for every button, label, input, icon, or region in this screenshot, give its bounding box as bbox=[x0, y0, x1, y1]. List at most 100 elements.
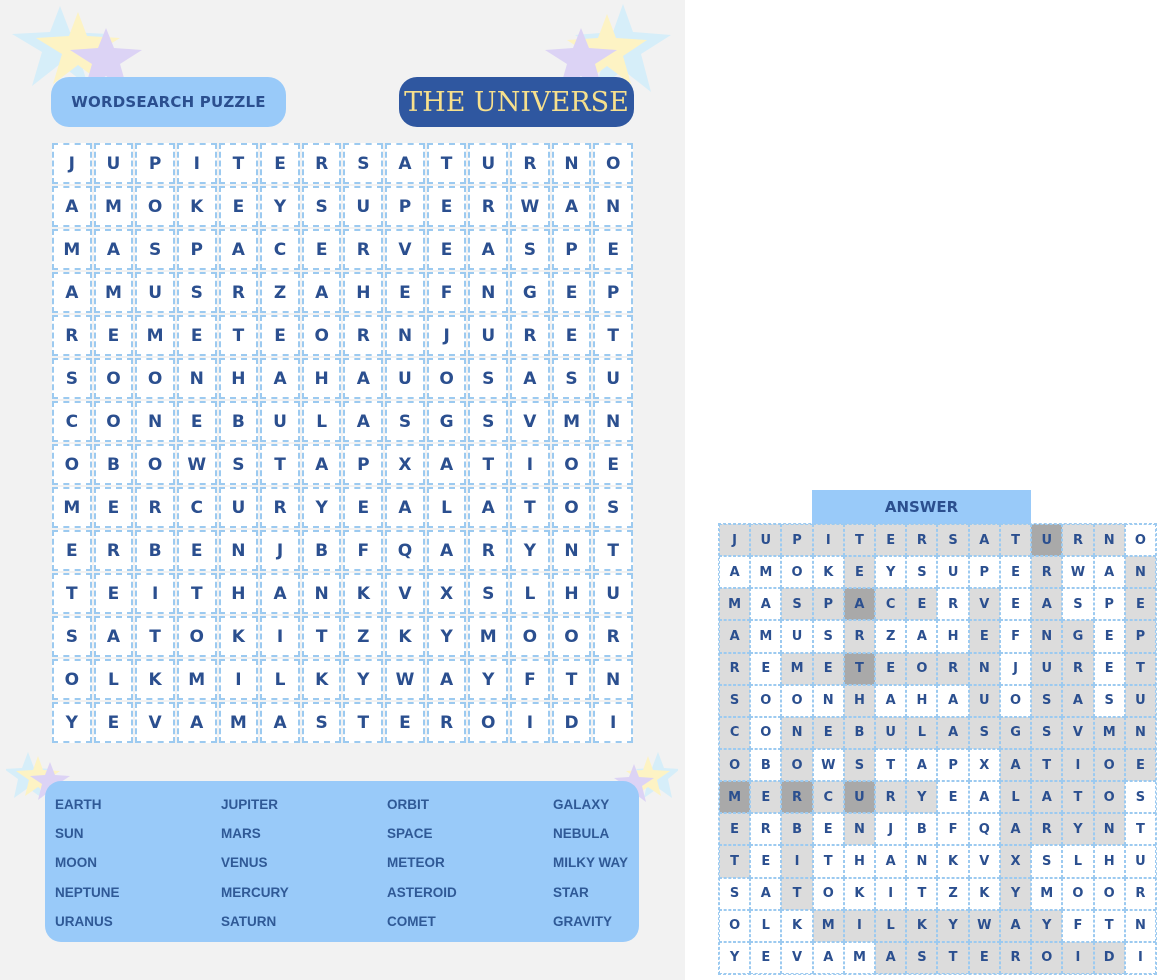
grid-cell[interactable]: M bbox=[551, 401, 592, 442]
grid-cell[interactable]: H bbox=[551, 573, 592, 614]
grid-cell[interactable]: R bbox=[218, 272, 259, 313]
grid-cell[interactable]: T bbox=[176, 573, 217, 614]
grid-cell[interactable]: N bbox=[593, 401, 633, 442]
grid-cell[interactable]: O bbox=[93, 358, 134, 399]
grid-cell[interactable]: E bbox=[551, 315, 592, 356]
grid-cell[interactable]: U bbox=[260, 401, 300, 442]
grid-cell[interactable]: I bbox=[218, 659, 259, 700]
grid-cell[interactable]: O bbox=[551, 444, 592, 485]
grid-cell[interactable]: T bbox=[218, 315, 259, 356]
grid-cell[interactable]: W bbox=[176, 444, 217, 485]
grid-cell[interactable]: E bbox=[593, 444, 633, 485]
grid-cell[interactable]: A bbox=[93, 229, 134, 270]
grid-cell[interactable]: R bbox=[93, 530, 134, 571]
grid-cell[interactable]: T bbox=[593, 530, 633, 571]
grid-cell[interactable]: A bbox=[301, 272, 342, 313]
grid-cell[interactable]: E bbox=[52, 530, 92, 571]
grid-cell[interactable]: Y bbox=[343, 659, 384, 700]
grid-cell[interactable]: E bbox=[176, 315, 217, 356]
grid-cell[interactable]: F bbox=[343, 530, 384, 571]
grid-cell[interactable]: R bbox=[52, 315, 92, 356]
grid-cell[interactable]: U bbox=[385, 358, 425, 399]
grid-cell[interactable]: T bbox=[301, 616, 342, 657]
grid-cell[interactable]: V bbox=[135, 702, 175, 743]
grid-cell[interactable]: R bbox=[301, 143, 342, 184]
grid-cell[interactable]: O bbox=[135, 186, 175, 227]
grid-cell[interactable]: A bbox=[93, 616, 134, 657]
grid-cell[interactable]: Y bbox=[52, 702, 92, 743]
grid-cell[interactable]: O bbox=[52, 659, 92, 700]
grid-cell[interactable]: S bbox=[468, 573, 509, 614]
grid-cell[interactable]: S bbox=[385, 401, 425, 442]
grid-cell[interactable]: T bbox=[593, 315, 633, 356]
grid-cell[interactable]: B bbox=[135, 530, 175, 571]
grid-cell[interactable]: H bbox=[343, 272, 384, 313]
grid-cell[interactable]: H bbox=[301, 358, 342, 399]
grid-cell[interactable]: O bbox=[52, 444, 92, 485]
grid-cell[interactable]: P bbox=[593, 272, 633, 313]
grid-cell[interactable]: M bbox=[52, 487, 92, 528]
grid-cell[interactable]: N bbox=[551, 530, 592, 571]
grid-cell[interactable]: Y bbox=[510, 530, 550, 571]
grid-cell[interactable]: A bbox=[176, 702, 217, 743]
grid-cell[interactable]: S bbox=[301, 186, 342, 227]
grid-cell[interactable]: N bbox=[468, 272, 509, 313]
grid-cell[interactable]: F bbox=[510, 659, 550, 700]
grid-cell[interactable]: R bbox=[510, 315, 550, 356]
grid-cell[interactable]: N bbox=[301, 573, 342, 614]
grid-cell[interactable]: R bbox=[260, 487, 300, 528]
grid-cell[interactable]: C bbox=[260, 229, 300, 270]
grid-cell[interactable]: G bbox=[426, 401, 467, 442]
grid-cell[interactable]: P bbox=[343, 444, 384, 485]
grid-cell[interactable]: N bbox=[135, 401, 175, 442]
grid-cell[interactable]: L bbox=[301, 401, 342, 442]
grid-cell[interactable]: O bbox=[301, 315, 342, 356]
grid-cell[interactable]: A bbox=[426, 444, 467, 485]
grid-cell[interactable]: M bbox=[93, 272, 134, 313]
grid-cell[interactable]: A bbox=[52, 272, 92, 313]
grid-cell[interactable]: S bbox=[593, 487, 633, 528]
grid-cell[interactable]: K bbox=[135, 659, 175, 700]
grid-cell[interactable]: I bbox=[510, 702, 550, 743]
grid-cell[interactable]: K bbox=[176, 186, 217, 227]
grid-cell[interactable]: T bbox=[52, 573, 92, 614]
grid-cell[interactable]: P bbox=[385, 186, 425, 227]
grid-cell[interactable]: R bbox=[468, 530, 509, 571]
grid-cell[interactable]: R bbox=[510, 143, 550, 184]
grid-cell[interactable]: S bbox=[301, 702, 342, 743]
grid-cell[interactable]: L bbox=[260, 659, 300, 700]
grid-cell[interactable]: U bbox=[468, 315, 509, 356]
grid-cell[interactable]: I bbox=[593, 702, 633, 743]
grid-cell[interactable]: S bbox=[52, 358, 92, 399]
grid-cell[interactable]: E bbox=[426, 229, 467, 270]
grid-cell[interactable]: O bbox=[135, 358, 175, 399]
grid-cell[interactable]: S bbox=[551, 358, 592, 399]
grid-cell[interactable]: I bbox=[135, 573, 175, 614]
grid-cell[interactable]: O bbox=[426, 358, 467, 399]
grid-cell[interactable]: T bbox=[551, 659, 592, 700]
grid-cell[interactable]: E bbox=[426, 186, 467, 227]
grid-cell[interactable]: O bbox=[135, 444, 175, 485]
grid-cell[interactable]: E bbox=[260, 143, 300, 184]
grid-cell[interactable]: A bbox=[510, 358, 550, 399]
grid-cell[interactable]: S bbox=[176, 272, 217, 313]
grid-cell[interactable]: J bbox=[52, 143, 92, 184]
grid-cell[interactable]: R bbox=[343, 315, 384, 356]
grid-cell[interactable]: A bbox=[260, 358, 300, 399]
grid-cell[interactable]: M bbox=[93, 186, 134, 227]
grid-cell[interactable]: O bbox=[468, 702, 509, 743]
grid-cell[interactable]: T bbox=[135, 616, 175, 657]
grid-cell[interactable]: E bbox=[176, 401, 217, 442]
grid-cell[interactable]: C bbox=[52, 401, 92, 442]
grid-cell[interactable]: U bbox=[93, 143, 134, 184]
grid-cell[interactable]: I bbox=[510, 444, 550, 485]
grid-cell[interactable]: E bbox=[93, 487, 134, 528]
grid-cell[interactable]: F bbox=[426, 272, 467, 313]
grid-cell[interactable]: A bbox=[426, 530, 467, 571]
grid-cell[interactable]: N bbox=[218, 530, 259, 571]
grid-cell[interactable]: E bbox=[385, 272, 425, 313]
grid-cell[interactable]: L bbox=[510, 573, 550, 614]
grid-cell[interactable]: S bbox=[135, 229, 175, 270]
grid-cell[interactable]: X bbox=[426, 573, 467, 614]
grid-cell[interactable]: S bbox=[52, 616, 92, 657]
